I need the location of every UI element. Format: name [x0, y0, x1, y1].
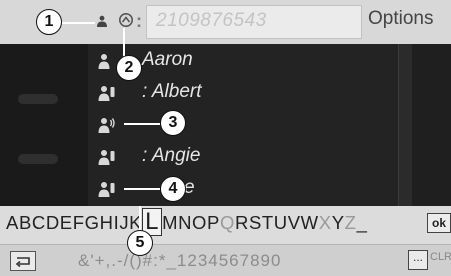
person-icon	[98, 54, 110, 69]
letters-group: Q	[219, 212, 235, 233]
right-edge-panel	[412, 44, 451, 206]
contact-list: Aaron : Albert : Angie e	[0, 44, 451, 206]
phone-number-text: 2109876543	[156, 10, 267, 31]
letters-group[interactable]: MNOP	[162, 212, 220, 233]
callout-marker: 2	[116, 55, 142, 81]
contact-name: Aaron	[142, 49, 193, 70]
options-button[interactable]: Options	[368, 8, 433, 30]
person-icon	[97, 15, 107, 27]
clear-button[interactable]: CLR	[430, 251, 451, 263]
person-phone-icon	[98, 86, 115, 101]
contact-name: : Albert	[142, 81, 202, 102]
callout-leader	[124, 123, 160, 125]
back-button[interactable]	[10, 251, 36, 271]
left-panel	[0, 44, 88, 206]
back-arrow-icon	[15, 257, 30, 268]
letters-group[interactable]: Y	[332, 212, 345, 233]
phonebook-screen: : 2109876543 Options Aaron : Albert: An…	[0, 0, 451, 276]
panel-handle	[18, 94, 58, 104]
ok-button[interactable]: ok	[427, 213, 451, 233]
number-colon: :	[136, 11, 142, 31]
character-keyboard: ABCDEFGHIJK L MNOPQRSTUVWXYZ_ ok &'+,.-/()…	[0, 206, 451, 276]
list-item[interactable]: : Angie	[98, 142, 388, 172]
callout-leader	[123, 28, 125, 58]
person-voice-icon	[98, 118, 115, 133]
contact-name: : Angie	[142, 145, 201, 166]
handset-icon	[119, 13, 133, 27]
letters-group[interactable]: _	[357, 212, 368, 233]
callout-marker: 3	[160, 110, 186, 136]
letters-group[interactable]: ABCDEFGH	[6, 212, 114, 233]
more-chars-button[interactable]: ...	[408, 250, 428, 270]
symbol-characters[interactable]: &'+,.-/()#:*_1234567890	[78, 251, 281, 271]
list-item[interactable]	[98, 110, 388, 140]
person-phone-icon	[98, 182, 115, 197]
person-phone-icon	[98, 150, 115, 165]
callout-leader	[61, 22, 95, 24]
letters-group[interactable]: RSTUVW	[235, 212, 319, 233]
callout-marker: 1	[36, 9, 62, 35]
callout-leader	[124, 188, 160, 190]
symbol-row: &'+,.-/()#:*_1234567890 ... CLR	[0, 244, 451, 276]
callout-leader	[139, 206, 141, 230]
callout-marker: 5	[127, 230, 153, 256]
letters-group: Z	[344, 212, 357, 233]
list-item[interactable]: : Albert	[98, 78, 388, 108]
panel-handle	[18, 154, 58, 164]
callout-marker: 4	[160, 176, 186, 202]
letter-row[interactable]: ABCDEFGHIJK L MNOPQRSTUVWXYZ_	[6, 208, 367, 236]
letters-group: X	[318, 212, 332, 233]
